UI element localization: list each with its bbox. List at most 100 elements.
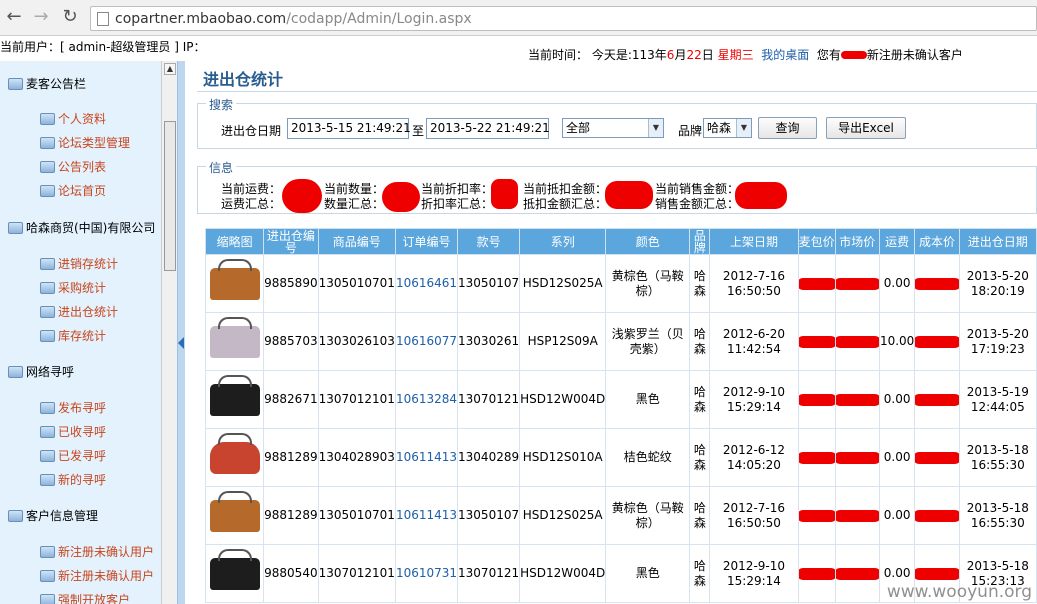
redaction-mark (799, 277, 835, 290)
cell-brand: 哈森 (689, 370, 711, 429)
order-link[interactable]: 10613284 (396, 392, 456, 406)
cell-color: 浅紫罗兰（贝壳紫） (605, 312, 691, 371)
cell-inout-date: 2013-5-20 18:20:19 (958, 254, 1037, 313)
cell-series: HSD12W004D (519, 544, 607, 603)
sidebar-item-send-page[interactable]: 发布寻呼 (40, 399, 106, 416)
redaction-mark (799, 335, 835, 348)
sidebar-section-notice[interactable]: 麦客公告栏 (8, 75, 86, 92)
cell-order-no[interactable]: 10613284 (394, 370, 459, 429)
page-icon (40, 137, 55, 149)
cell-price (797, 428, 836, 487)
url-text: copartner.mbaobao.com/codapp/Admin/Login… (115, 11, 472, 27)
info-legend: 信息 (206, 159, 237, 176)
cell-order-no[interactable]: 10610731 (394, 544, 459, 603)
main-content: 进出仓统计 搜索 进出仓日期 2013-5-15 21:49:21 至 2013… (185, 61, 1037, 604)
order-link[interactable]: 10610731 (396, 566, 456, 580)
cell-thumb (204, 370, 265, 429)
sidebar-item-profile[interactable]: 个人资料 (40, 110, 106, 127)
page-icon (40, 546, 55, 558)
redaction-mark (915, 451, 959, 464)
order-link[interactable]: 10616077 (396, 334, 456, 348)
sidebar-section-paging[interactable]: 网络寻呼 (8, 363, 74, 380)
sidebar-item-forum-types[interactable]: 论坛类型管理 (40, 134, 130, 151)
pending-count-redaction (840, 51, 867, 59)
sidebar-item-inventory-stats[interactable]: 进销存统计 (40, 255, 118, 272)
cell-inout-no: 9885703 (263, 312, 319, 371)
order-link[interactable]: 10611413 (396, 450, 456, 464)
scroll-thumb[interactable] (164, 121, 176, 271)
back-icon[interactable]: ← (4, 7, 24, 27)
cell-order-no[interactable]: 10616077 (394, 312, 459, 371)
redaction-mark (836, 451, 879, 464)
query-button[interactable]: 查询 (758, 117, 817, 139)
cell-cost (914, 486, 960, 545)
pending-customers-link[interactable]: 新注册未确认客户 (867, 48, 963, 62)
reload-icon[interactable]: ↻ (60, 7, 80, 27)
sidebar-item-inout-stats[interactable]: 进出仓统计 (40, 303, 118, 320)
sidebar-item-received-page[interactable]: 已收寻呼 (40, 423, 106, 440)
order-link[interactable]: 10616461 (396, 276, 456, 290)
brand-select[interactable]: 哈森 ▼ (703, 118, 752, 138)
sidebar-item-unconfirmed-users[interactable]: 新注册未确认用户 (40, 543, 154, 560)
cell-inout-date: 2013-5-18 16:55:30 (958, 428, 1037, 487)
cell-color: 黄棕色（马鞍棕） (605, 254, 691, 313)
sidebar-item-purchase-stats[interactable]: 采购统计 (40, 279, 106, 296)
sidebar-item-force-open[interactable]: 强制开放客户 (40, 591, 130, 604)
product-thumbnail[interactable] (209, 490, 260, 532)
sidebar-section-customers[interactable]: 客户信息管理 (8, 507, 98, 524)
cell-order-no[interactable]: 10611413 (394, 428, 459, 487)
sidebar-item-stock-stats[interactable]: 库存统计 (40, 327, 106, 344)
cell-order-no[interactable]: 10616461 (394, 254, 459, 313)
date-to-input[interactable]: 2013-5-22 21:49:21 (426, 118, 550, 139)
cell-style-no: 13070121 (457, 544, 521, 603)
redaction-mark (382, 182, 420, 212)
scroll-up-icon[interactable]: ▲ (164, 63, 176, 75)
sidebar-item-notice-list[interactable]: 公告列表 (40, 158, 106, 175)
cell-brand: 哈森 (689, 486, 711, 545)
cell-style-no: 13050107 (457, 486, 521, 545)
date-from-input[interactable]: 2013-5-15 21:49:21 (287, 118, 411, 139)
sidebar-scrollbar[interactable]: ▲ (161, 61, 177, 604)
table-row: 9881289 1304028903 10611413 13040289 HSD12S0… (204, 428, 1037, 487)
redaction-mark (915, 509, 959, 522)
redaction-mark (915, 393, 959, 406)
product-thumbnail[interactable] (209, 258, 260, 300)
sidebar-item-sent-page[interactable]: 已发寻呼 (40, 447, 106, 464)
total-discount-label: 折扣率汇总： (421, 197, 494, 211)
cell-brand: 哈森 (689, 544, 711, 603)
forward-icon[interactable]: → (31, 7, 51, 27)
cell-product-no: 1307012101 (317, 370, 396, 429)
my-desktop-link[interactable]: 我的桌面 (761, 48, 809, 62)
col-header-market-price: 市场价 (834, 228, 880, 255)
cell-listed: 2012-9-10 15:29:14 (709, 544, 799, 603)
cell-brand: 哈森 (689, 254, 711, 313)
sidebar-section-company[interactable]: 哈森商贸(中国)有限公司 (8, 219, 155, 236)
product-thumbnail[interactable] (209, 316, 260, 358)
table-row: 9882671 1307012101 10613284 13070121 HSD12W0… (204, 370, 1037, 429)
sidebar-splitter[interactable] (177, 61, 185, 604)
order-link[interactable]: 10611413 (396, 508, 456, 522)
sidebar-item-unconfirmed-users-2[interactable]: 新注册未确认用户 (40, 567, 154, 584)
cell-cost (914, 254, 960, 313)
col-header-cost-price: 成本价 (914, 228, 960, 255)
page-icon (40, 450, 55, 462)
type-select[interactable]: 全部 ▼ (562, 118, 664, 138)
collapse-arrow-icon[interactable] (178, 337, 184, 349)
cell-style-no: 13030261 (457, 312, 521, 371)
sidebar-item-new-page[interactable]: 新的寻呼 (40, 471, 106, 488)
col-header-shipping: 运费 (878, 228, 916, 255)
export-excel-button[interactable]: 导出Excel (826, 117, 906, 139)
product-thumbnail[interactable] (209, 374, 260, 416)
product-thumbnail[interactable] (209, 432, 260, 474)
page-icon (40, 306, 55, 318)
product-thumbnail[interactable] (209, 548, 260, 590)
col-header-inout-no: 进出仓编号 (263, 228, 319, 255)
address-bar[interactable]: copartner.mbaobao.com/codapp/Admin/Login… (90, 6, 1037, 31)
cell-order-no[interactable]: 10611413 (394, 486, 459, 545)
cell-market (834, 544, 880, 603)
col-header-brand: 品牌 (689, 228, 711, 255)
col-header-color: 颜色 (605, 228, 691, 255)
redaction-mark (491, 179, 518, 209)
sidebar-item-forum-home[interactable]: 论坛首页 (40, 182, 106, 199)
cell-cost (914, 428, 960, 487)
